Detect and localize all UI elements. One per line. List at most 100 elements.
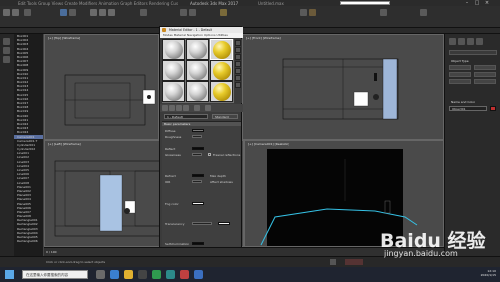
translucency-dropdown[interactable] (192, 222, 212, 225)
sample-type-icon[interactable] (235, 40, 241, 46)
sample-slot-4[interactable] (162, 60, 185, 81)
windows-start-icon[interactable] (5, 270, 14, 279)
select-by-name-icon[interactable] (69, 9, 76, 16)
object-color-swatch[interactable] (490, 106, 496, 111)
sample-slot-6[interactable] (210, 60, 233, 81)
fog-color-swatch[interactable] (192, 202, 204, 205)
link-icon[interactable] (24, 9, 31, 16)
task-view-icon[interactable] (96, 270, 105, 279)
create-geometry-icon[interactable] (449, 38, 456, 45)
clock-date: 2020/1/15 (480, 273, 496, 277)
object-type-header[interactable]: Object Type (451, 59, 469, 63)
help-search-input[interactable] (340, 1, 390, 5)
auto-key-button[interactable] (345, 259, 363, 265)
assign-material-icon[interactable] (176, 105, 182, 111)
app-icon[interactable] (180, 270, 189, 279)
sample-sphere (165, 62, 183, 80)
name-and-color-header[interactable]: Name and Color (451, 100, 475, 104)
sample-slot-9[interactable] (210, 81, 233, 102)
select-by-material-icon[interactable] (235, 82, 241, 88)
explorer-row[interactable]: Rectangle006 (14, 239, 43, 243)
file-explorer-icon[interactable] (124, 270, 133, 279)
fresnel-checkbox[interactable] (208, 153, 211, 156)
reflect-color-swatch[interactable] (192, 147, 204, 150)
viewport-front[interactable]: [+] [Front] [Wireframe] (242, 34, 444, 140)
app-icon[interactable] (194, 270, 203, 279)
go-to-parent-icon[interactable] (205, 105, 211, 111)
modify-icon[interactable] (3, 47, 10, 54)
mirror-icon[interactable] (180, 9, 187, 16)
param-label-roughness: Roughness (165, 135, 182, 139)
edge-browser-icon[interactable] (110, 270, 119, 279)
ior-spinner[interactable] (192, 180, 202, 183)
background-icon[interactable] (235, 54, 241, 60)
taskbar-clock[interactable]: 12:10 2020/1/15 (466, 269, 496, 281)
sample-sphere (165, 83, 183, 101)
redo-icon[interactable] (12, 9, 19, 16)
render-icon[interactable] (309, 9, 316, 16)
create-cameras-icon[interactable] (476, 38, 483, 45)
get-material-icon[interactable] (162, 105, 168, 111)
watermark-url: jingyan.baidu.com (384, 249, 458, 258)
sample-slot-3[interactable] (210, 39, 233, 60)
taskbar-search-input[interactable]: 在这里输入你要搜索的内容 (22, 270, 88, 279)
play-animation-icon[interactable] (330, 259, 336, 265)
put-to-scene-icon[interactable] (169, 105, 175, 111)
create-icon[interactable] (3, 38, 10, 45)
object-type-buttons[interactable] (449, 65, 497, 95)
app-title: Autodesk 3ds Max 2017 (190, 0, 239, 6)
sample-slot-2[interactable] (186, 39, 209, 60)
menu-bar[interactable]: Edit Tools Group Views Create Modifiers … (18, 1, 178, 6)
top-wireframe (64, 74, 156, 126)
viewport-top[interactable]: [+] [Top] [Wireframe] (44, 34, 159, 140)
undo-icon[interactable] (3, 9, 10, 16)
sign-in-icon[interactable] (380, 9, 387, 16)
create-shapes-icon[interactable] (458, 38, 465, 45)
dropdown-standard-primitives[interactable] (449, 50, 497, 55)
param-label-fog-color: Fog color (165, 202, 179, 206)
align-icon[interactable] (189, 9, 196, 16)
translucency-color-swatch[interactable] (218, 222, 230, 225)
uv-tiling-icon[interactable] (235, 61, 241, 67)
sample-slot-8[interactable] (186, 81, 209, 102)
snap-icon[interactable] (140, 9, 147, 16)
material-editor-icon[interactable] (220, 9, 227, 16)
param-label-diffuse: Diffuse (165, 129, 176, 133)
3dsmax-taskbar-icon[interactable] (166, 270, 175, 279)
rollout-header[interactable]: Basic parameters (162, 122, 241, 126)
store-icon[interactable] (138, 270, 147, 279)
workspace-icon[interactable] (420, 9, 427, 16)
show-in-viewport-icon[interactable] (194, 105, 200, 111)
move-icon[interactable] (90, 9, 97, 16)
scale-icon[interactable] (108, 9, 115, 16)
self-illum-color-swatch[interactable] (192, 242, 204, 245)
rotate-icon[interactable] (99, 9, 106, 16)
material-name-field[interactable]: 1 - Default (164, 114, 208, 119)
sample-slot-5[interactable] (186, 60, 209, 81)
material-type-button[interactable]: Standard (212, 114, 238, 119)
render-setup-icon[interactable] (300, 9, 307, 16)
glossiness-spinner[interactable] (192, 153, 202, 156)
display-icon[interactable] (3, 56, 10, 63)
sample-slot-7[interactable] (162, 81, 185, 102)
reset-map-icon[interactable] (183, 105, 189, 111)
sample-sphere (213, 83, 231, 101)
options-icon[interactable] (235, 75, 241, 81)
diffuse-color-swatch[interactable] (192, 129, 204, 132)
backlight-icon[interactable] (235, 47, 241, 53)
object-name-field[interactable]: Object01 (449, 106, 487, 111)
sample-slot-1[interactable] (162, 39, 185, 60)
app-icon[interactable] (152, 270, 161, 279)
select-object-icon[interactable] (60, 9, 67, 16)
scene-explorer: Box001 Box002 Box003 Box004 Box005 Box006 Box0… (14, 34, 44, 256)
material-editor-menu[interactable]: Modes Material Navigation Options Utilit… (160, 33, 243, 38)
sample-side-toolbar (235, 39, 242, 103)
create-lights-icon[interactable] (467, 38, 474, 45)
sample-sphere (213, 41, 231, 59)
video-color-icon[interactable] (235, 68, 241, 74)
sample-sphere (165, 41, 183, 59)
roughness-spinner[interactable] (192, 135, 202, 138)
refract-color-swatch[interactable] (192, 174, 204, 177)
param-label-affect-shadows: Affect shadows (210, 180, 233, 184)
front-wireframe (282, 58, 399, 120)
